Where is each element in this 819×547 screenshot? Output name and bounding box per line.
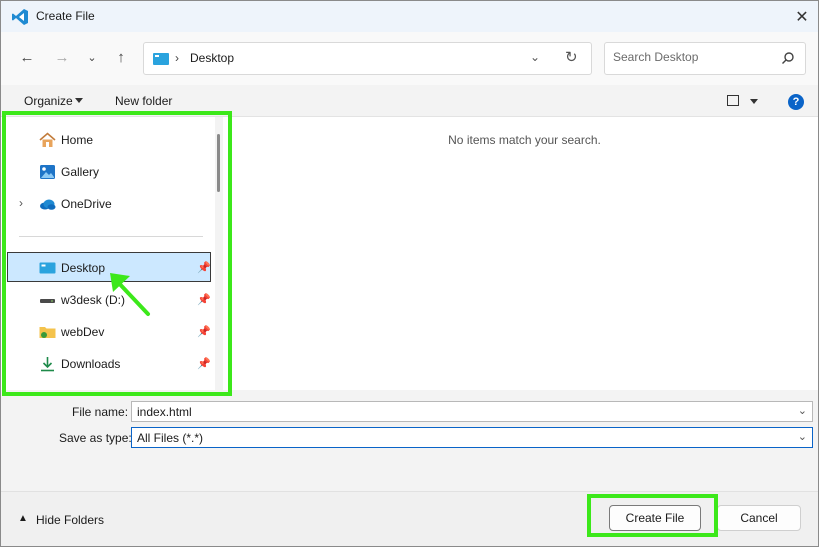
vscode-icon	[12, 9, 28, 25]
file-name-value[interactable]: index.html	[137, 405, 192, 419]
file-name-dropdown-icon[interactable]: ⌄	[798, 404, 807, 417]
file-fields: File name: index.html ⌄ Save as type: Al…	[1, 390, 818, 491]
search-icon[interactable]	[781, 51, 795, 65]
new-folder-button[interactable]: New folder	[115, 94, 172, 108]
recent-chevron-icon[interactable]: ⌄	[81, 46, 103, 68]
breadcrumb-desktop[interactable]: Desktop	[190, 51, 234, 65]
desktop-folder-icon	[153, 53, 169, 65]
save-type-dropdown-icon[interactable]: ⌄	[798, 430, 807, 443]
back-arrow-icon[interactable]: ←	[16, 46, 38, 68]
cancel-button[interactable]: Cancel	[717, 505, 801, 531]
address-dropdown-icon[interactable]: ⌄	[530, 50, 540, 64]
save-type-select[interactable]: All Files (*.*) ⌄	[131, 427, 813, 448]
file-name-label: File name:	[72, 405, 129, 419]
view-mode-icon[interactable]	[727, 95, 739, 106]
window-title: Create File	[36, 9, 95, 23]
annotation-highlight-sidebar	[2, 111, 232, 396]
title-bar: Create File ✕	[1, 1, 818, 32]
refresh-icon[interactable]: ↻	[565, 48, 578, 66]
address-bar[interactable]: › Desktop ⌄ ↻	[143, 42, 592, 75]
file-name-field[interactable]: index.html ⌄	[131, 401, 813, 422]
organize-button[interactable]: Organize	[24, 94, 73, 108]
search-input[interactable]	[613, 50, 773, 64]
forward-arrow-icon[interactable]: →	[51, 46, 73, 68]
annotation-highlight-create-button	[587, 494, 718, 537]
empty-message: No items match your search.	[448, 133, 601, 147]
view-dropdown-icon[interactable]	[750, 99, 758, 104]
chevron-up-icon: ▲	[18, 513, 28, 524]
up-arrow-icon[interactable]: ↑	[110, 46, 132, 68]
breadcrumb-separator: ›	[175, 51, 179, 65]
organize-dropdown-icon[interactable]	[75, 98, 83, 103]
help-icon[interactable]: ?	[788, 94, 804, 110]
file-list[interactable]: No items match your search.	[223, 117, 818, 390]
address-row: ← → ⌄ ↑ › Desktop ⌄ ↻	[1, 32, 818, 85]
close-button[interactable]: ✕	[786, 1, 818, 32]
save-type-value[interactable]: All Files (*.*)	[137, 431, 203, 445]
hide-folders-label: Hide Folders	[36, 513, 105, 527]
save-type-label: Save as type:	[59, 431, 132, 445]
search-box[interactable]	[604, 42, 806, 75]
annotation-arrow-icon	[110, 273, 150, 316]
